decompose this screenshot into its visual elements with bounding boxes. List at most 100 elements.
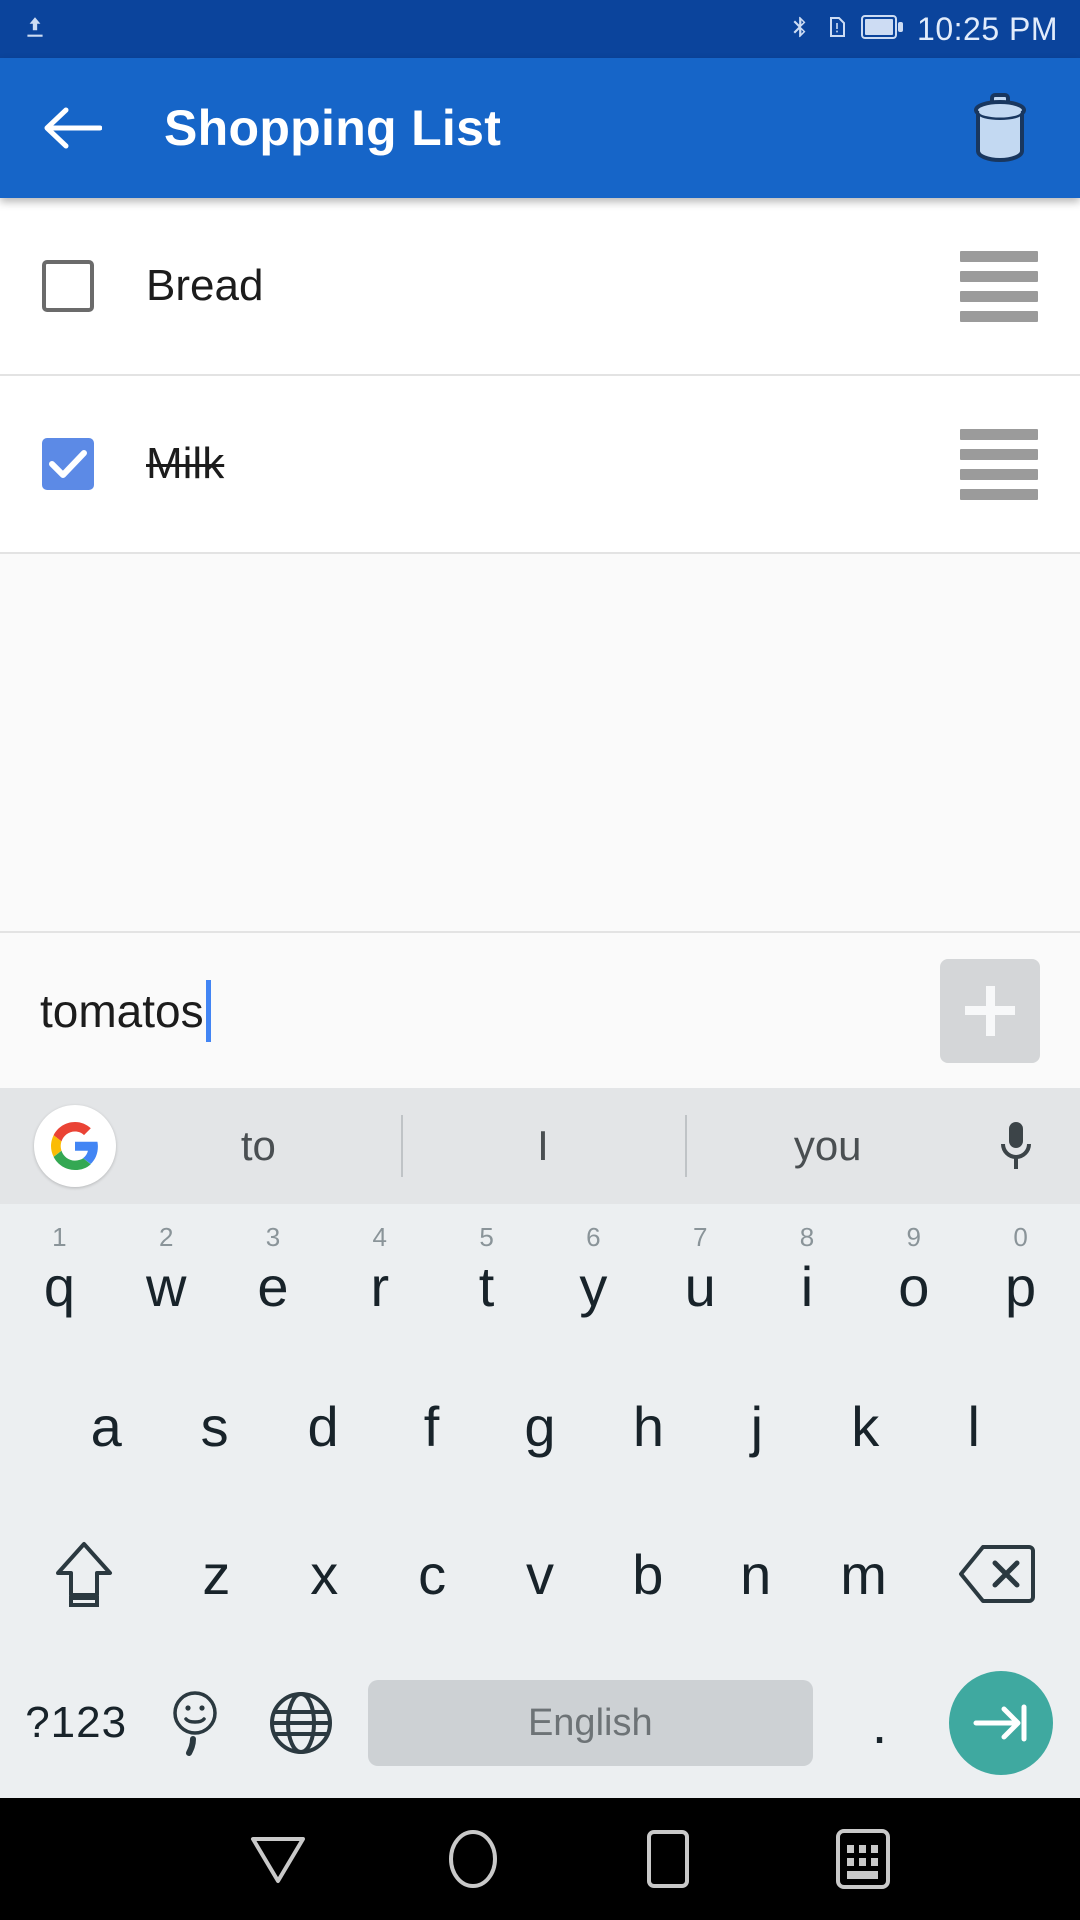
key-l[interactable]: l bbox=[920, 1352, 1028, 1500]
key-number: 2 bbox=[158, 1222, 174, 1252]
key-x[interactable]: x bbox=[270, 1500, 378, 1648]
back-arrow-icon[interactable] bbox=[40, 95, 106, 161]
key-c[interactable]: c bbox=[378, 1500, 486, 1648]
suggestion-bar: to I you bbox=[0, 1088, 1080, 1204]
key-label: w bbox=[145, 1254, 187, 1318]
key-label: y bbox=[579, 1254, 608, 1318]
app-bar: Shopping List bbox=[0, 58, 1080, 198]
backspace-key-icon[interactable] bbox=[918, 1500, 1074, 1648]
key-h[interactable]: h bbox=[594, 1352, 702, 1500]
list-empty-space bbox=[0, 554, 1080, 933]
key-number: 9 bbox=[906, 1222, 921, 1252]
key-r[interactable]: 4r bbox=[326, 1204, 433, 1352]
drag-handle-icon[interactable] bbox=[960, 428, 1038, 500]
status-bar-clock: 10:25 PM bbox=[917, 10, 1058, 47]
key-number: 0 bbox=[1013, 1222, 1028, 1252]
key-q[interactable]: 1q bbox=[6, 1204, 113, 1352]
status-bar-left bbox=[22, 12, 48, 47]
shopping-list: Bread Milk bbox=[0, 198, 1080, 933]
microphone-icon[interactable] bbox=[970, 1120, 1062, 1172]
key-number: 5 bbox=[479, 1222, 494, 1252]
key-j[interactable]: j bbox=[703, 1352, 811, 1500]
symbols-key[interactable]: ?123 bbox=[10, 1648, 142, 1798]
check-icon bbox=[49, 450, 87, 478]
key-number: 3 bbox=[265, 1222, 281, 1252]
new-item-row: tomatos bbox=[0, 933, 1080, 1088]
shift-key-icon[interactable] bbox=[6, 1500, 162, 1648]
key-v[interactable]: v bbox=[486, 1500, 594, 1648]
suggestion-item[interactable]: you bbox=[685, 1122, 970, 1170]
key-p[interactable]: 0p bbox=[967, 1204, 1074, 1352]
key-label: t bbox=[478, 1254, 495, 1318]
key-number: 7 bbox=[692, 1222, 708, 1252]
period-key[interactable]: . bbox=[827, 1648, 933, 1798]
upload-icon bbox=[22, 12, 48, 47]
key-o[interactable]: 9o bbox=[860, 1204, 967, 1352]
key-label: e bbox=[257, 1254, 289, 1318]
key-t[interactable]: 5t bbox=[433, 1204, 540, 1352]
key-label: i bbox=[800, 1254, 814, 1318]
status-bar: 10:25 PM bbox=[0, 0, 1080, 58]
key-number: 6 bbox=[586, 1222, 601, 1252]
suggestion-list: to I you bbox=[116, 1088, 970, 1204]
key-n[interactable]: n bbox=[702, 1500, 810, 1648]
suggestion-item[interactable]: I bbox=[401, 1122, 686, 1170]
key-k[interactable]: k bbox=[811, 1352, 919, 1500]
key-z[interactable]: z bbox=[162, 1500, 270, 1648]
emoji-key-icon[interactable] bbox=[142, 1648, 248, 1798]
recents-nav-icon[interactable] bbox=[623, 1814, 713, 1904]
key-b[interactable]: b bbox=[594, 1500, 702, 1648]
text-caret bbox=[205, 979, 211, 1042]
checkbox-milk[interactable] bbox=[42, 438, 94, 490]
space-key[interactable]: English bbox=[368, 1680, 813, 1766]
key-label: p bbox=[1004, 1254, 1037, 1318]
key-m[interactable]: m bbox=[810, 1500, 918, 1648]
keyboard-row-1: 1q 2w 3e 4r 5t 6y 7u 8i 9o 0p bbox=[0, 1204, 1080, 1352]
new-item-input[interactable]: tomatos bbox=[40, 979, 211, 1042]
back-nav-icon[interactable] bbox=[233, 1814, 323, 1904]
suggestion-item[interactable]: to bbox=[116, 1122, 401, 1170]
keyboard-row-3: z x c v b n m bbox=[0, 1500, 1080, 1648]
key-y[interactable]: 6y bbox=[540, 1204, 647, 1352]
soft-keyboard: to I you 1q 2w 3e 4r 5t 6y 7u 8i 9o 0 p … bbox=[0, 1088, 1080, 1798]
drag-handle-icon[interactable] bbox=[960, 250, 1038, 322]
key-label: u bbox=[684, 1254, 716, 1318]
key-label: o bbox=[898, 1254, 930, 1318]
enter-key[interactable] bbox=[932, 1648, 1070, 1798]
hide-keyboard-nav-icon[interactable] bbox=[818, 1814, 908, 1904]
home-nav-icon[interactable] bbox=[428, 1814, 518, 1904]
new-item-value: tomatos bbox=[40, 984, 204, 1037]
battery-icon bbox=[861, 13, 905, 46]
bluetooth-icon bbox=[787, 10, 813, 49]
checkbox-bread[interactable] bbox=[42, 260, 94, 312]
key-s[interactable]: s bbox=[160, 1352, 268, 1500]
key-a[interactable]: a bbox=[52, 1352, 160, 1500]
delete-icon[interactable] bbox=[960, 88, 1040, 168]
key-label: q bbox=[43, 1254, 75, 1318]
key-w[interactable]: 2w bbox=[113, 1204, 220, 1352]
key-label: r bbox=[370, 1254, 390, 1318]
phone-screen: 10:25 PM Shopping List Bread Milk tomato… bbox=[0, 0, 1080, 1920]
list-item-label: Bread bbox=[146, 261, 264, 310]
navigation-bar bbox=[0, 1798, 1080, 1920]
status-bar-right: 10:25 PM bbox=[787, 10, 1058, 49]
list-item[interactable]: Bread bbox=[0, 198, 1080, 376]
key-e[interactable]: 3e bbox=[220, 1204, 327, 1352]
language-key-icon[interactable] bbox=[248, 1648, 354, 1798]
key-g[interactable]: g bbox=[486, 1352, 594, 1500]
key-number: 8 bbox=[799, 1222, 815, 1252]
google-logo-icon[interactable] bbox=[34, 1105, 116, 1187]
page-title: Shopping List bbox=[164, 100, 502, 156]
key-i[interactable]: 8i bbox=[754, 1204, 861, 1352]
key-number: 4 bbox=[372, 1222, 388, 1252]
keyboard-row-2: a s d f g h j k l bbox=[0, 1352, 1080, 1500]
list-item-label: Milk bbox=[146, 439, 225, 488]
plus-icon bbox=[965, 985, 1015, 1036]
key-number: 1 bbox=[52, 1222, 67, 1252]
list-item[interactable]: Milk bbox=[0, 376, 1080, 554]
add-item-button[interactable] bbox=[940, 958, 1040, 1063]
sim-card-alert-icon bbox=[825, 10, 849, 49]
key-u[interactable]: 7u bbox=[647, 1204, 754, 1352]
key-d[interactable]: d bbox=[269, 1352, 377, 1500]
key-f[interactable]: f bbox=[377, 1352, 485, 1500]
